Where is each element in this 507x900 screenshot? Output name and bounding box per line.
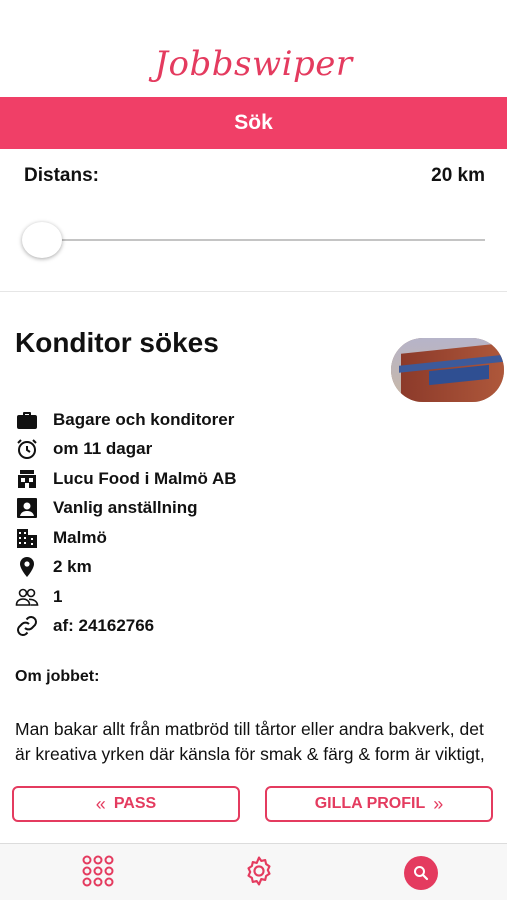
location-pin-icon [15, 555, 45, 579]
detail-text: 2 km [53, 557, 92, 577]
detail-text: af: 24162766 [53, 616, 155, 636]
like-label: GILLA PROFIL [314, 795, 426, 812]
pass-button[interactable]: « PASS [12, 786, 240, 822]
contact-card-icon [15, 496, 45, 520]
job-title: Konditor sökes [15, 327, 219, 358]
job-detail-reference: af: 24162766 [15, 612, 237, 642]
detail-text: Lucu Food i Malmö AB [53, 468, 237, 488]
job-detail-city: Malmö [15, 523, 237, 553]
detail-text: Bagare och konditorer [53, 409, 235, 429]
detail-text: om 11 dagar [53, 439, 153, 459]
distance-label: Distans: [24, 165, 99, 186]
distance-value: 20 km [431, 165, 485, 186]
slider-track[interactable] [42, 239, 485, 241]
nav-grid-button[interactable] [80, 855, 116, 891]
nav-settings-button[interactable] [241, 855, 277, 891]
alarm-clock-icon [15, 437, 45, 461]
detail-text: Vanlig anställning [53, 498, 198, 518]
bottom-nav [0, 843, 507, 900]
divider [0, 291, 507, 292]
double-chevron-right-icon: » [433, 793, 444, 814]
nav-search-button[interactable] [403, 855, 439, 891]
job-detail-distance: 2 km [15, 553, 237, 583]
app-title: Jobbswiper [154, 44, 353, 84]
detail-text: 1 [53, 586, 63, 606]
job-detail-employer: Lucu Food i Malmö AB [15, 464, 237, 494]
store-icon [15, 467, 45, 491]
about-heading: Om jobbet: [15, 668, 100, 685]
about-text: Man bakar allt från matbröd till tårtor … [15, 719, 485, 764]
grid-icon [81, 854, 115, 893]
job-detail-employment-type: Vanlig anställning [15, 494, 237, 524]
detail-text: Malmö [53, 527, 107, 547]
briefcase-icon [15, 408, 45, 432]
double-chevron-left-icon: « [95, 793, 106, 814]
job-detail-positions: 1 [15, 582, 237, 612]
search-header-bar: Sök [0, 97, 507, 149]
job-detail-deadline: om 11 dagar [15, 435, 237, 465]
people-icon [15, 585, 45, 609]
link-icon [15, 614, 45, 638]
job-detail-occupation: Bagare och konditorer [15, 405, 237, 435]
job-details-list: Bagare och konditorer om 11 dagar Lucu F… [15, 405, 237, 641]
city-icon [15, 526, 45, 550]
company-image [391, 338, 504, 402]
distance-slider[interactable] [22, 222, 485, 258]
pass-label: PASS [113, 795, 157, 812]
gear-icon [242, 854, 276, 893]
slider-thumb[interactable] [22, 222, 62, 258]
distance-row: Distans: 20 km [24, 165, 485, 189]
like-profile-button[interactable]: GILLA PROFIL » [265, 786, 493, 822]
search-icon [404, 856, 438, 890]
